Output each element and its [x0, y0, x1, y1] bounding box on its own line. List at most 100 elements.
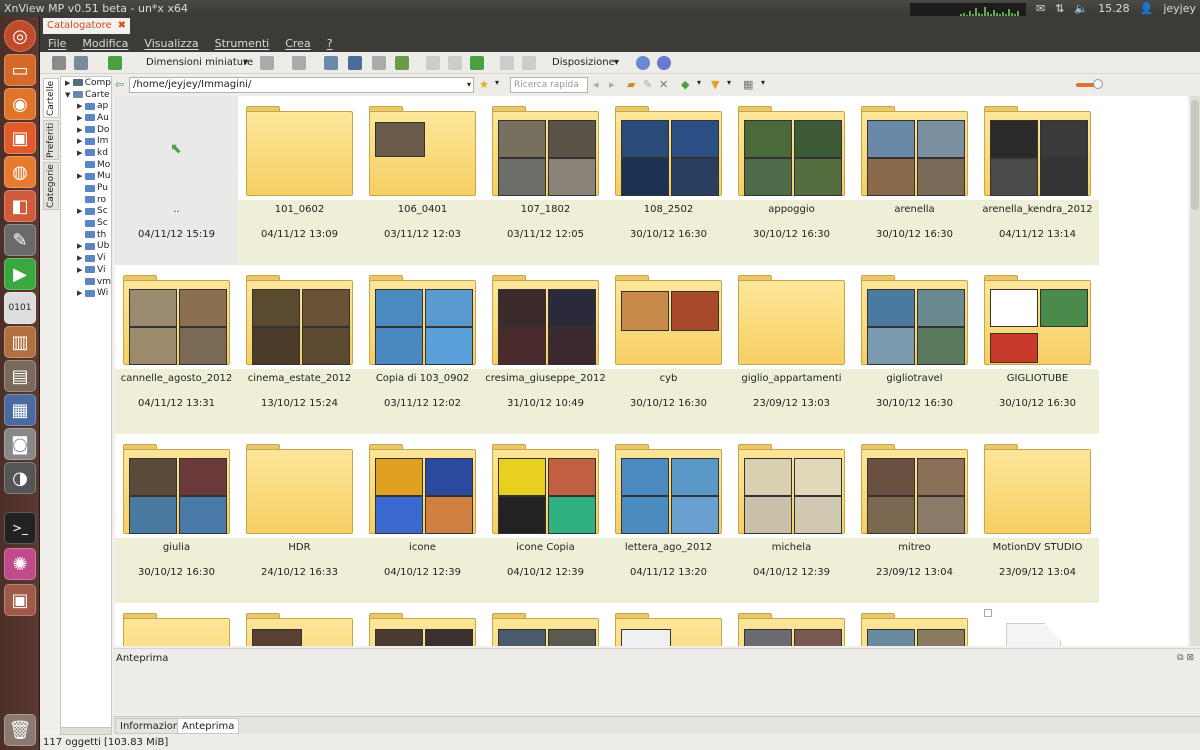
settings-icon[interactable]: [636, 56, 650, 70]
tree-arrow-icon[interactable]: ▶: [77, 207, 85, 215]
thumbnail-item[interactable]: arenella_kendra_2012 04/11/12 13:14: [976, 96, 1099, 265]
thumbnail-item[interactable]: lettera_ago_2012 04/11/12 13:20: [607, 434, 730, 603]
files-icon[interactable]: ▭: [4, 54, 36, 86]
tree-arrow-icon[interactable]: ▶: [77, 242, 85, 250]
tree-item[interactable]: ▶ Comp: [61, 77, 111, 89]
select-checkbox[interactable]: [984, 609, 992, 617]
color-wheel-icon[interactable]: ✺: [4, 548, 36, 580]
tree-arrow-icon[interactable]: ▶: [77, 126, 85, 134]
tree-item[interactable]: Mo: [61, 159, 111, 171]
thumbnail-item[interactable]: Copia di 103_0902 03/11/12 12:02: [361, 265, 484, 434]
thumbnail-item[interactable]: gigliotravel 30/10/12 16:30: [853, 265, 976, 434]
thumbnail-item[interactable]: [730, 603, 853, 646]
arrow-left-icon[interactable]: ◂: [593, 78, 599, 91]
user-name[interactable]: jeyjey: [1163, 0, 1196, 17]
save-icon[interactable]: [348, 56, 362, 70]
tab-anteprima[interactable]: Anteprima: [177, 718, 240, 734]
thumbnail-item[interactable]: [607, 603, 730, 646]
firefox-icon[interactable]: ◉: [4, 88, 36, 120]
thumbnail-item[interactable]: ⬉.. 04/11/12 15:19: [115, 96, 238, 265]
tree-item[interactable]: ▶ Vi: [61, 264, 111, 276]
thumbnail-item[interactable]: arenella 30/10/12 16:30: [853, 96, 976, 265]
image-icon[interactable]: [395, 56, 409, 70]
xnview-icon[interactable]: ▣: [4, 584, 36, 616]
thumbnail-item[interactable]: 108_2502 30/10/12 16:30: [607, 96, 730, 265]
help-icon[interactable]: [657, 56, 671, 70]
tree-arrow-icon[interactable]: ▶: [77, 149, 85, 157]
trash-icon[interactable]: 🗑: [4, 714, 36, 746]
mail-icon[interactable]: ✉: [1036, 0, 1045, 17]
menu-visualizza[interactable]: Visualizza: [136, 35, 206, 52]
refresh-icon[interactable]: [470, 56, 484, 70]
print-icon[interactable]: [372, 56, 386, 70]
menu-strumenti[interactable]: Strumenti: [207, 35, 278, 52]
path-input[interactable]: /home/jeyjey/Immagini/ ▾: [129, 77, 474, 93]
user-icon[interactable]: 👤: [1140, 0, 1154, 17]
tree-arrow-icon[interactable]: ▶: [77, 266, 85, 274]
tree-item[interactable]: ▶ Sc: [61, 206, 111, 218]
tree-item[interactable]: ▶ Ub: [61, 241, 111, 253]
tree-item[interactable]: ▶ ap: [61, 100, 111, 112]
rotate-right-icon[interactable]: [522, 56, 536, 70]
thumbnail-item[interactable]: cannelle_agosto_2012 04/11/12 13:31: [115, 265, 238, 434]
tree-arrow-icon[interactable]: ▶: [77, 289, 85, 297]
tree-item[interactable]: ▼ Carte: [61, 89, 111, 101]
slider-handle[interactable]: [1093, 79, 1103, 89]
thumb-size-dropdown[interactable]: Dimensioni miniature: [146, 56, 253, 70]
fullscreen-icon[interactable]: [52, 56, 66, 70]
webcam-icon[interactable]: ◙: [4, 428, 36, 460]
thumbnail-item[interactable]: appoggio 30/10/12 16:30: [730, 96, 853, 265]
chevron-down-icon[interactable]: ▾: [727, 78, 731, 87]
tab-cartelle[interactable]: Cartelle: [43, 78, 59, 118]
tree-arrow-icon[interactable]: ▶: [65, 79, 73, 87]
thumbnail-item[interactable]: 107_1802 03/11/12 12:05: [484, 96, 607, 265]
clock[interactable]: 15.28: [1098, 0, 1130, 17]
grid-view-icon[interactable]: [74, 56, 88, 70]
browse-icon[interactable]: [108, 56, 122, 70]
tree-arrow-icon[interactable]: ▶: [77, 172, 85, 180]
binary-editor-icon[interactable]: 0101: [4, 292, 36, 324]
thumbnail-item[interactable]: HDR 24/10/12 16:33: [238, 434, 361, 603]
thumbnail-item[interactable]: giglio_appartamenti 23/09/12 13:03: [730, 265, 853, 434]
thumbnail-item[interactable]: icone 04/10/12 12:39: [361, 434, 484, 603]
thumbnail-item[interactable]: 101_0602 04/11/12 13:09: [238, 96, 361, 265]
arrow-right-icon[interactable]: ▸: [609, 78, 615, 91]
tree-item[interactable]: ▶ Vi: [61, 252, 111, 264]
chevron-down-icon[interactable]: ▾: [243, 56, 248, 70]
funnel-icon[interactable]: ▼: [711, 78, 719, 91]
volume-icon[interactable]: 🔈: [1074, 0, 1088, 17]
thumbnail-item[interactable]: icone Copia 04/10/12 12:39: [484, 434, 607, 603]
film-icon[interactable]: ▤: [4, 360, 36, 392]
tag-icon[interactable]: ◆: [681, 78, 689, 91]
go-up-icon[interactable]: ⇦: [115, 78, 124, 91]
tree-item[interactable]: ▶ Wi: [61, 287, 111, 299]
layout-dropdown[interactable]: Disposizione: [552, 56, 615, 70]
tree-item[interactable]: ▶ Au: [61, 112, 111, 124]
tree-icon[interactable]: [324, 56, 338, 70]
thumbnail-item[interactable]: cinema_estate_2012 13/10/12 15:24: [238, 265, 361, 434]
gimp-icon[interactable]: ✎: [4, 224, 36, 256]
scroll-thumb[interactable]: [1191, 100, 1199, 210]
menu-modifica[interactable]: Modifica: [74, 35, 136, 52]
sort-icon[interactable]: [260, 56, 274, 70]
network-icon[interactable]: ⇅: [1055, 0, 1064, 17]
thumbnail-item[interactable]: MotionDV STUDIO 23/09/12 13:04: [976, 434, 1099, 603]
thumbnail-item[interactable]: [361, 603, 484, 646]
star-icon[interactable]: ★: [479, 78, 489, 91]
thumbnail-item[interactable]: [115, 603, 238, 646]
system-monitor-graph[interactable]: [909, 3, 1026, 16]
filter-icon[interactable]: [292, 56, 306, 70]
arrow-left-icon[interactable]: [426, 56, 440, 70]
system-monitor-icon[interactable]: ▥: [4, 326, 36, 358]
tree-arrow-icon[interactable]: ▶: [77, 254, 85, 262]
menu-crea[interactable]: Crea: [277, 35, 318, 52]
chevron-down-icon[interactable]: ▾: [697, 78, 701, 87]
chevron-down-icon[interactable]: ▾: [761, 78, 765, 87]
tree-arrow-icon[interactable]: ▶: [77, 137, 85, 145]
thumbnail-item[interactable]: [976, 603, 1099, 646]
tree-item[interactable]: ▶ Im: [61, 135, 111, 147]
chevron-down-icon[interactable]: ▾: [495, 78, 499, 87]
tree-item[interactable]: ▶ Do: [61, 124, 111, 136]
presentation-icon[interactable]: ◧: [4, 190, 36, 222]
terminal-icon[interactable]: >_: [4, 512, 36, 544]
